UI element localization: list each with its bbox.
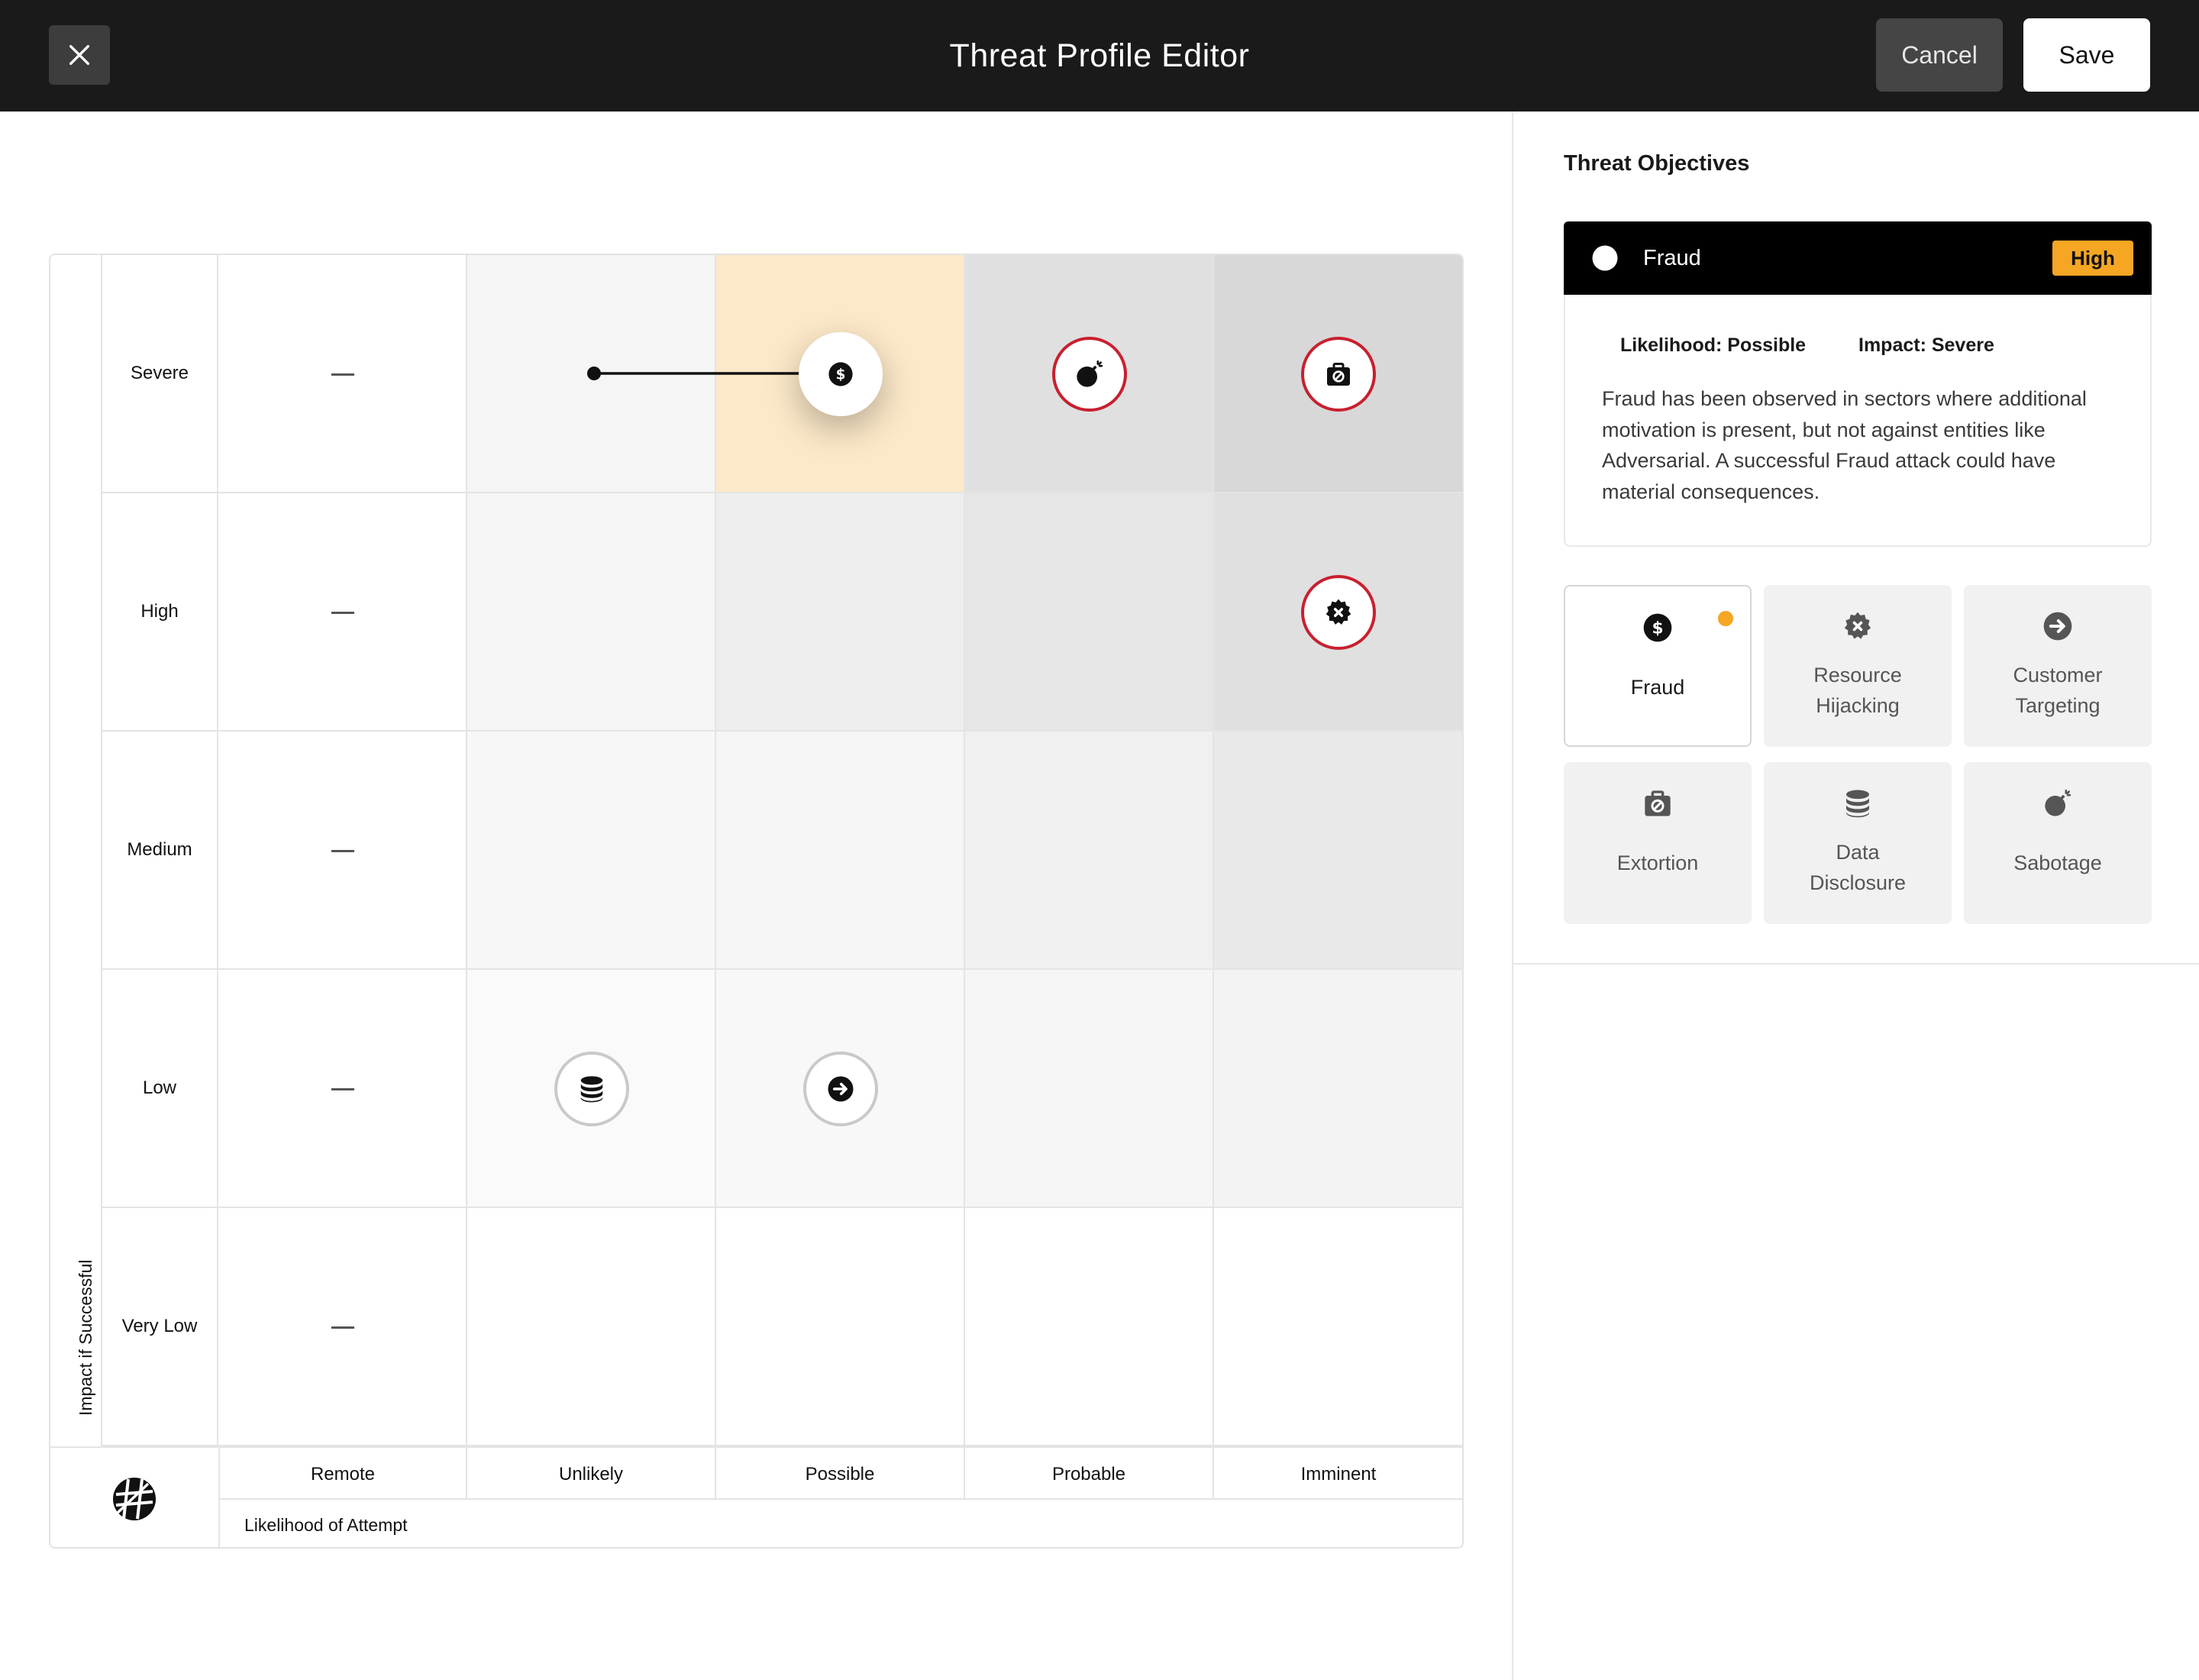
row-label-high: High bbox=[101, 493, 218, 732]
likelihood-value: Likelihood: Possible bbox=[1620, 334, 1807, 356]
dollar-icon bbox=[1642, 612, 1673, 643]
selected-objective-name: Fraud bbox=[1643, 246, 1701, 270]
page-title: Threat Profile Editor bbox=[949, 37, 1250, 74]
row-label-low: Low bbox=[101, 970, 218, 1208]
selected-objective-details: Likelihood: Possible Impact: Severe Frau… bbox=[1564, 295, 2152, 547]
dollar-icon bbox=[1591, 244, 1619, 272]
column-label-probable: Probable bbox=[965, 1446, 1214, 1500]
objective-tile-label: Extortion bbox=[1616, 851, 1699, 874]
threat-objectives-panel: Threat Objectives Fraud High Likelihood:… bbox=[1512, 111, 2199, 1680]
objective-tile-extortion[interactable]: Extortion bbox=[1564, 762, 1752, 924]
matrix-cell-high-unlikely[interactable] bbox=[467, 493, 716, 732]
remote-placeholder bbox=[331, 1088, 354, 1090]
objective-tile-label: Fraud bbox=[1630, 676, 1685, 699]
matrix-cell-low-imminent[interactable] bbox=[1214, 970, 1462, 1208]
database-icon bbox=[577, 1074, 606, 1103]
matrix-cell-very-low-remote[interactable] bbox=[218, 1208, 467, 1446]
marker-resource-hijacking[interactable] bbox=[1301, 575, 1376, 650]
objective-tile-sabotage[interactable]: Sabotage bbox=[1964, 762, 2152, 924]
objective-tile-label: Data Disclosure bbox=[1809, 841, 1907, 894]
matrix-cell-low-probable[interactable] bbox=[965, 970, 1214, 1208]
objective-tile-data-disclosure[interactable]: Data Disclosure bbox=[1764, 762, 1952, 924]
matrix-cell-low-remote[interactable] bbox=[218, 970, 467, 1208]
objective-tile-customer-targeting[interactable]: Customer Targeting bbox=[1964, 585, 2152, 747]
top-bar: Threat Profile Editor Cancel Save bbox=[0, 0, 2199, 111]
impact-value: Impact: Severe bbox=[1858, 334, 1994, 356]
matrix-cell-very-low-possible[interactable] bbox=[716, 1208, 965, 1446]
remote-placeholder bbox=[331, 373, 354, 376]
objective-description: Fraud has been observed in sectors where… bbox=[1602, 387, 2087, 503]
briefcase-icon bbox=[1642, 788, 1673, 819]
objective-tile-label: Customer Targeting bbox=[2013, 664, 2103, 717]
matrix-cell-medium-remote[interactable] bbox=[218, 732, 467, 970]
close-button[interactable] bbox=[49, 25, 110, 85]
objective-tile-resource-hijacking[interactable]: Resource Hijacking bbox=[1764, 585, 1952, 747]
objective-tile-label: Resource Hijacking bbox=[1813, 664, 1902, 717]
matrix-cell-very-low-imminent[interactable] bbox=[1214, 1208, 1462, 1446]
marker-sabotage[interactable] bbox=[1052, 337, 1127, 412]
matrix-cell-severe-remote[interactable] bbox=[218, 255, 467, 493]
objective-tile-fraud[interactable]: Fraud bbox=[1564, 585, 1752, 747]
database-icon bbox=[1842, 788, 1873, 819]
matrix-cell-high-remote[interactable] bbox=[218, 493, 467, 732]
risk-matrix: Impact if Successful Severe High Medium … bbox=[49, 254, 1464, 1549]
x-axis-label: Likelihood of Attempt bbox=[218, 1500, 1462, 1547]
panel-title: Threat Objectives bbox=[1564, 151, 1750, 176]
matrix-cell-medium-possible[interactable] bbox=[716, 732, 965, 970]
remote-placeholder bbox=[331, 850, 354, 852]
matrix-cell-high-possible[interactable] bbox=[716, 493, 965, 732]
column-label-unlikely: Unlikely bbox=[467, 1446, 716, 1500]
column-label-possible: Possible bbox=[716, 1446, 965, 1500]
matrix-cell-high-probable[interactable] bbox=[965, 493, 1214, 732]
y-axis: Impact if Successful bbox=[50, 255, 101, 1446]
marker-data-disclosure[interactable] bbox=[554, 1052, 629, 1126]
remote-placeholder bbox=[331, 1326, 354, 1329]
matrix-cell-very-low-unlikely[interactable] bbox=[467, 1208, 716, 1446]
column-label-remote: Remote bbox=[218, 1446, 467, 1500]
briefcase-icon bbox=[1325, 360, 1352, 388]
row-label-severe: Severe bbox=[101, 255, 218, 493]
row-label-very-low: Very Low bbox=[101, 1208, 218, 1446]
save-button[interactable]: Save bbox=[2023, 18, 2150, 92]
objective-tile-label: Sabotage bbox=[2013, 851, 2102, 874]
marker-customer-targeting[interactable] bbox=[803, 1052, 878, 1126]
column-label-imminent: Imminent bbox=[1214, 1446, 1462, 1500]
row-label-medium: Medium bbox=[101, 732, 218, 970]
bomb-icon bbox=[2042, 788, 2073, 819]
matrix-cell-very-low-probable[interactable] bbox=[965, 1208, 1214, 1446]
matrix-cell-medium-probable[interactable] bbox=[965, 732, 1214, 970]
selected-objective-header: Fraud High bbox=[1564, 221, 2152, 295]
arrow-right-icon bbox=[2042, 611, 2073, 641]
move-arrow bbox=[587, 363, 822, 384]
selected-indicator-dot bbox=[1718, 611, 1733, 626]
marker-extortion[interactable] bbox=[1301, 337, 1376, 412]
y-axis-label: Impact if Successful bbox=[76, 1259, 95, 1416]
panel-divider bbox=[1513, 963, 2199, 964]
matrix-cell-medium-imminent[interactable] bbox=[1214, 732, 1462, 970]
dollar-icon bbox=[828, 361, 854, 387]
matrix-cell-medium-unlikely[interactable] bbox=[467, 732, 716, 970]
remote-placeholder bbox=[331, 612, 354, 614]
gear-x-icon bbox=[1842, 611, 1873, 641]
bomb-icon bbox=[1074, 359, 1105, 389]
gear-x-icon bbox=[1324, 598, 1353, 627]
logo-cell bbox=[50, 1446, 218, 1547]
brand-logo-icon bbox=[113, 1478, 156, 1520]
close-icon bbox=[69, 44, 90, 66]
cancel-button[interactable]: Cancel bbox=[1876, 18, 2003, 92]
severity-badge: High bbox=[2052, 241, 2133, 276]
marker-fraud[interactable] bbox=[799, 332, 883, 416]
arrow-right-icon bbox=[827, 1075, 854, 1103]
